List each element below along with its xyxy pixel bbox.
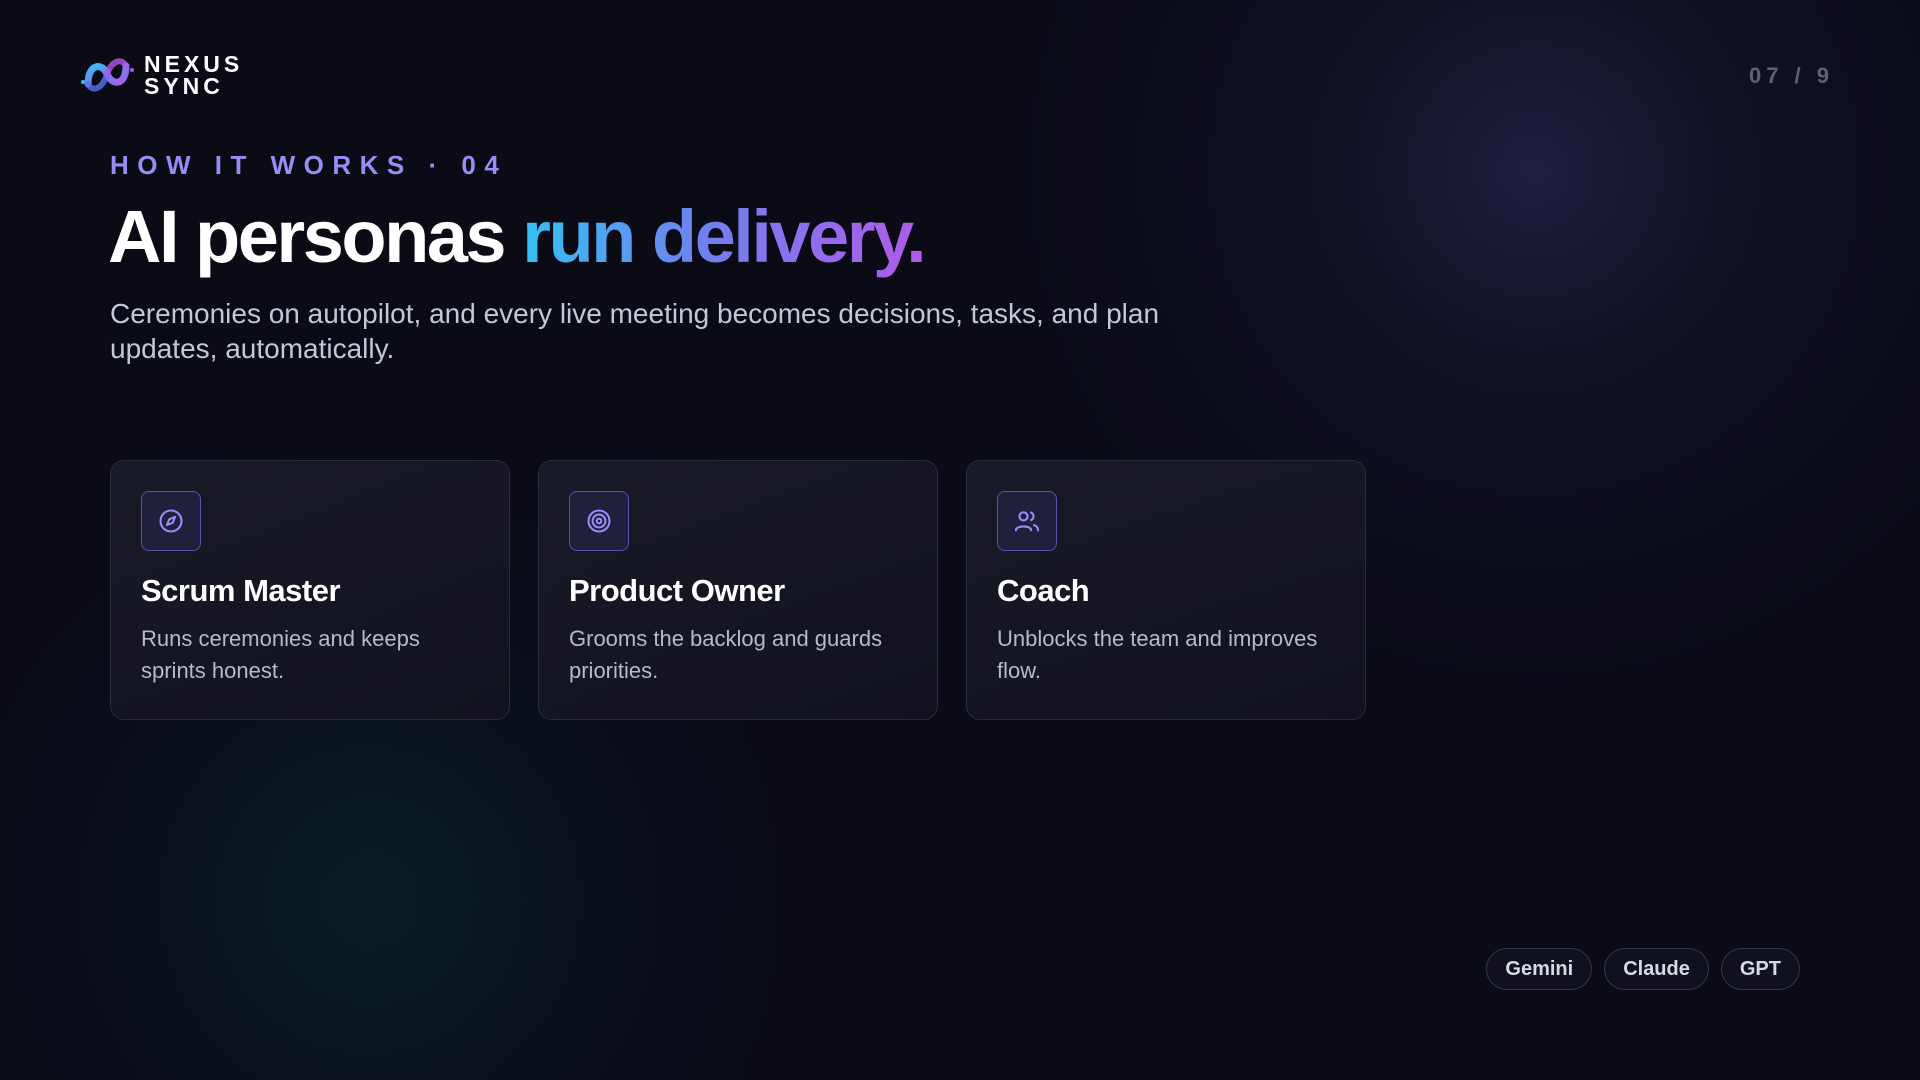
slide: NEXUS SYNC 07 / 9 HOW IT WORKS · 04 AI p… bbox=[0, 0, 1920, 1080]
card-icon-box bbox=[569, 491, 629, 551]
model-tag-gpt: GPT bbox=[1720, 948, 1800, 990]
card-title: Scrum Master bbox=[141, 573, 341, 608]
users-icon bbox=[1014, 511, 1040, 532]
card-description: Unblocks the team and improves flow. bbox=[997, 626, 1318, 683]
section-eyebrow: HOW IT WORKS · 04 bbox=[110, 150, 508, 180]
model-tag-gemini: Gemini bbox=[1486, 948, 1593, 990]
brand-logo: NEXUS SYNC bbox=[80, 52, 243, 98]
card-description: Grooms the backlog and guards priorities… bbox=[569, 626, 883, 683]
title-plain: AI personas bbox=[108, 195, 523, 278]
page-title: AI personas run delivery. bbox=[108, 194, 927, 279]
card-title: Product Owner bbox=[569, 573, 785, 608]
persona-cards: Scrum Master Runs ceremonies and keeps s… bbox=[110, 460, 1366, 720]
persona-card-coach: Coach Unblocks the team and improves flo… bbox=[966, 460, 1366, 720]
model-tags: Gemini Claude GPT bbox=[1486, 948, 1800, 990]
card-icon-box bbox=[997, 491, 1057, 551]
brand-wordmark: NEXUS SYNC bbox=[144, 51, 244, 99]
page-counter: 07 / 9 bbox=[1748, 63, 1834, 88]
persona-card-product-owner: Product Owner Grooms the backlog and gua… bbox=[538, 460, 938, 720]
target-icon bbox=[587, 509, 611, 533]
persona-card-scrum-master: Scrum Master Runs ceremonies and keeps s… bbox=[110, 460, 510, 720]
card-icon-box bbox=[141, 491, 201, 551]
card-description: Runs ceremonies and keeps sprints honest… bbox=[141, 626, 420, 683]
brand-line-2: SYNC bbox=[144, 73, 224, 99]
card-title: Coach bbox=[997, 573, 1090, 608]
brand-line-1: NEXUS bbox=[144, 51, 244, 77]
infinity-s-logo-icon bbox=[81, 58, 134, 92]
page-subtitle: Ceremonies on autopilot, and every live … bbox=[110, 298, 1160, 364]
title-accent: run delivery. bbox=[522, 195, 927, 278]
model-tag-claude: Claude bbox=[1604, 948, 1709, 990]
compass-icon bbox=[159, 509, 183, 533]
